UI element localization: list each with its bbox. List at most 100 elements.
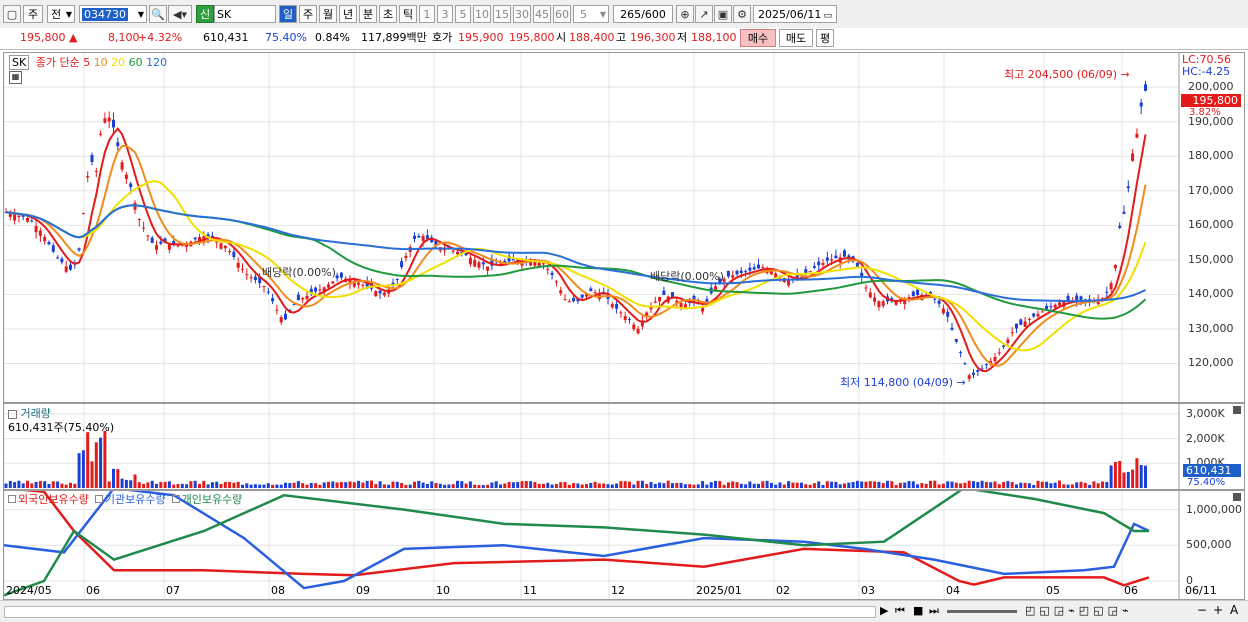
tab-year[interactable]: 년 <box>339 5 357 23</box>
scroll-right-icon[interactable]: ▶ <box>880 604 888 617</box>
candle-body <box>64 266 68 272</box>
date-field[interactable]: 2025/06/11 ▭ <box>753 5 837 23</box>
date-picker-icon: ▭ <box>823 11 832 21</box>
candle-body <box>296 294 300 301</box>
tab-month[interactable]: 월 <box>319 5 337 23</box>
tab-day[interactable]: 일 <box>279 5 297 23</box>
fast-forward-icon[interactable]: ⏭ <box>929 604 939 618</box>
candle-body <box>658 296 662 302</box>
stock-code-input[interactable]: 034730 ▼ <box>79 5 147 23</box>
candle-body <box>619 312 623 314</box>
tab-second[interactable]: 초 <box>379 5 397 23</box>
volume-pane[interactable]: 거래량 610,431주(75.40%) 3,000K 2,000K 1,000K … <box>3 403 1245 490</box>
zoom-out-icon[interactable]: − <box>1197 603 1207 617</box>
custom-minute-select[interactable]: 5 ▼ <box>573 5 609 23</box>
candle-body <box>615 303 619 309</box>
candle-body <box>757 264 760 269</box>
min-45[interactable]: 45 <box>533 5 551 23</box>
min-3[interactable]: 3 <box>437 5 453 23</box>
min-10[interactable]: 10 <box>473 5 491 23</box>
window-icon[interactable]: ▢ <box>3 5 21 23</box>
volume-bar <box>963 482 967 488</box>
period-select-2[interactable]: 전 ▼ <box>47 5 75 23</box>
zoom-icon[interactable]: ⊕ <box>676 5 694 23</box>
candle-body <box>361 284 365 286</box>
stock-name-field[interactable]: SK <box>214 5 276 23</box>
volume-bar <box>51 481 55 488</box>
search-icon[interactable]: 🔍 <box>149 5 167 23</box>
legend-symbol[interactable]: SK <box>9 55 30 70</box>
volume-bar <box>804 484 808 488</box>
volume-bar <box>301 483 305 488</box>
x-axis-label: 07 <box>166 584 180 597</box>
volume-bar <box>529 481 533 488</box>
volume-bar <box>782 484 786 488</box>
font-size-icon[interactable]: A <box>1230 603 1238 617</box>
volume-bar <box>1027 483 1031 488</box>
candle-body <box>464 253 468 256</box>
zoom-slider[interactable] <box>947 610 1017 613</box>
save-icon[interactable]: ▣ <box>714 5 732 23</box>
volume-bar <box>172 484 176 488</box>
table-icon[interactable]: ▦ <box>9 71 22 84</box>
candle-body <box>395 279 399 281</box>
candle-body <box>984 364 988 366</box>
candle-body <box>193 237 197 240</box>
line-tool-icon[interactable]: ↗ <box>695 5 713 23</box>
candle-body <box>546 268 550 270</box>
ma-legend: 5 10 20 60 120 <box>83 56 167 69</box>
candle-body <box>881 301 885 306</box>
chart-toolbar: ▢ 주 전 ▼ 034730 ▼ 🔍 ◀▾ 신 SK 일 주 월 년 분 초 틱 1… <box>0 0 1248 29</box>
holdings-legend-1: 기관보유수량 <box>104 493 166 506</box>
volume-bar <box>417 480 421 488</box>
volume-bar <box>288 483 292 488</box>
stop-icon[interactable]: ■ <box>913 604 923 617</box>
candle-body <box>623 316 627 320</box>
period-select-1[interactable]: 주 <box>23 5 43 23</box>
volume-bar <box>1045 481 1049 488</box>
min-15[interactable]: 15 <box>493 5 511 23</box>
volume-bar <box>1083 482 1087 488</box>
min-30[interactable]: 30 <box>513 5 531 23</box>
candle-body <box>873 297 877 302</box>
price-pane[interactable]: SK 종가 단순 5 10 20 60 120 ▦ LC:70.56 HC:-4… <box>3 52 1245 403</box>
credit-badge[interactable]: 신 <box>196 5 214 23</box>
volume-bar <box>662 483 666 488</box>
zoom-in-icon[interactable]: + <box>1213 603 1223 617</box>
scroll-track[interactable] <box>4 606 876 618</box>
buy-button[interactable]: 매수 <box>740 29 776 47</box>
candle-body <box>374 291 378 297</box>
sell-button[interactable]: 매도 <box>779 29 813 47</box>
dividend-marker-1: 배당락(0.00%) <box>262 266 336 279</box>
tab-week[interactable]: 주 <box>299 5 317 23</box>
candle-body <box>60 258 64 263</box>
volume-bar <box>464 483 468 488</box>
volume-bar <box>73 483 77 488</box>
arrow-right-icon: → <box>956 376 966 389</box>
gear-icon[interactable]: ⚙ <box>733 5 751 23</box>
speaker-icon[interactable]: ◀▾ <box>168 5 192 23</box>
min-5[interactable]: 5 <box>455 5 471 23</box>
candle-body <box>116 142 120 147</box>
tab-tick[interactable]: 틱 <box>399 5 417 23</box>
volume-bar <box>795 482 799 488</box>
chart-tools-icon[interactable]: ◰◱◲⌁◰◱◲⌁ <box>1025 604 1133 617</box>
min-1[interactable]: 1 <box>419 5 435 23</box>
open-price: 188,400 <box>569 31 615 44</box>
candle-body <box>56 257 60 259</box>
volume-bar <box>292 482 296 488</box>
price-tick-label: 170,000 <box>1188 183 1234 197</box>
min-60[interactable]: 60 <box>553 5 571 23</box>
volume-bar <box>739 483 743 488</box>
volume-bar <box>1066 484 1070 488</box>
candle-body <box>1135 133 1139 138</box>
count-field[interactable]: 265/600 <box>613 5 673 23</box>
rewind-icon[interactable]: ⏮ <box>895 604 905 618</box>
candle-body <box>1010 332 1014 334</box>
eval-button[interactable]: 평 <box>816 29 834 47</box>
tab-minute[interactable]: 분 <box>359 5 377 23</box>
volume-bar <box>1049 483 1053 488</box>
volume-bar <box>924 483 928 488</box>
candle-body <box>567 301 571 303</box>
volume-legend-icon <box>8 409 17 419</box>
